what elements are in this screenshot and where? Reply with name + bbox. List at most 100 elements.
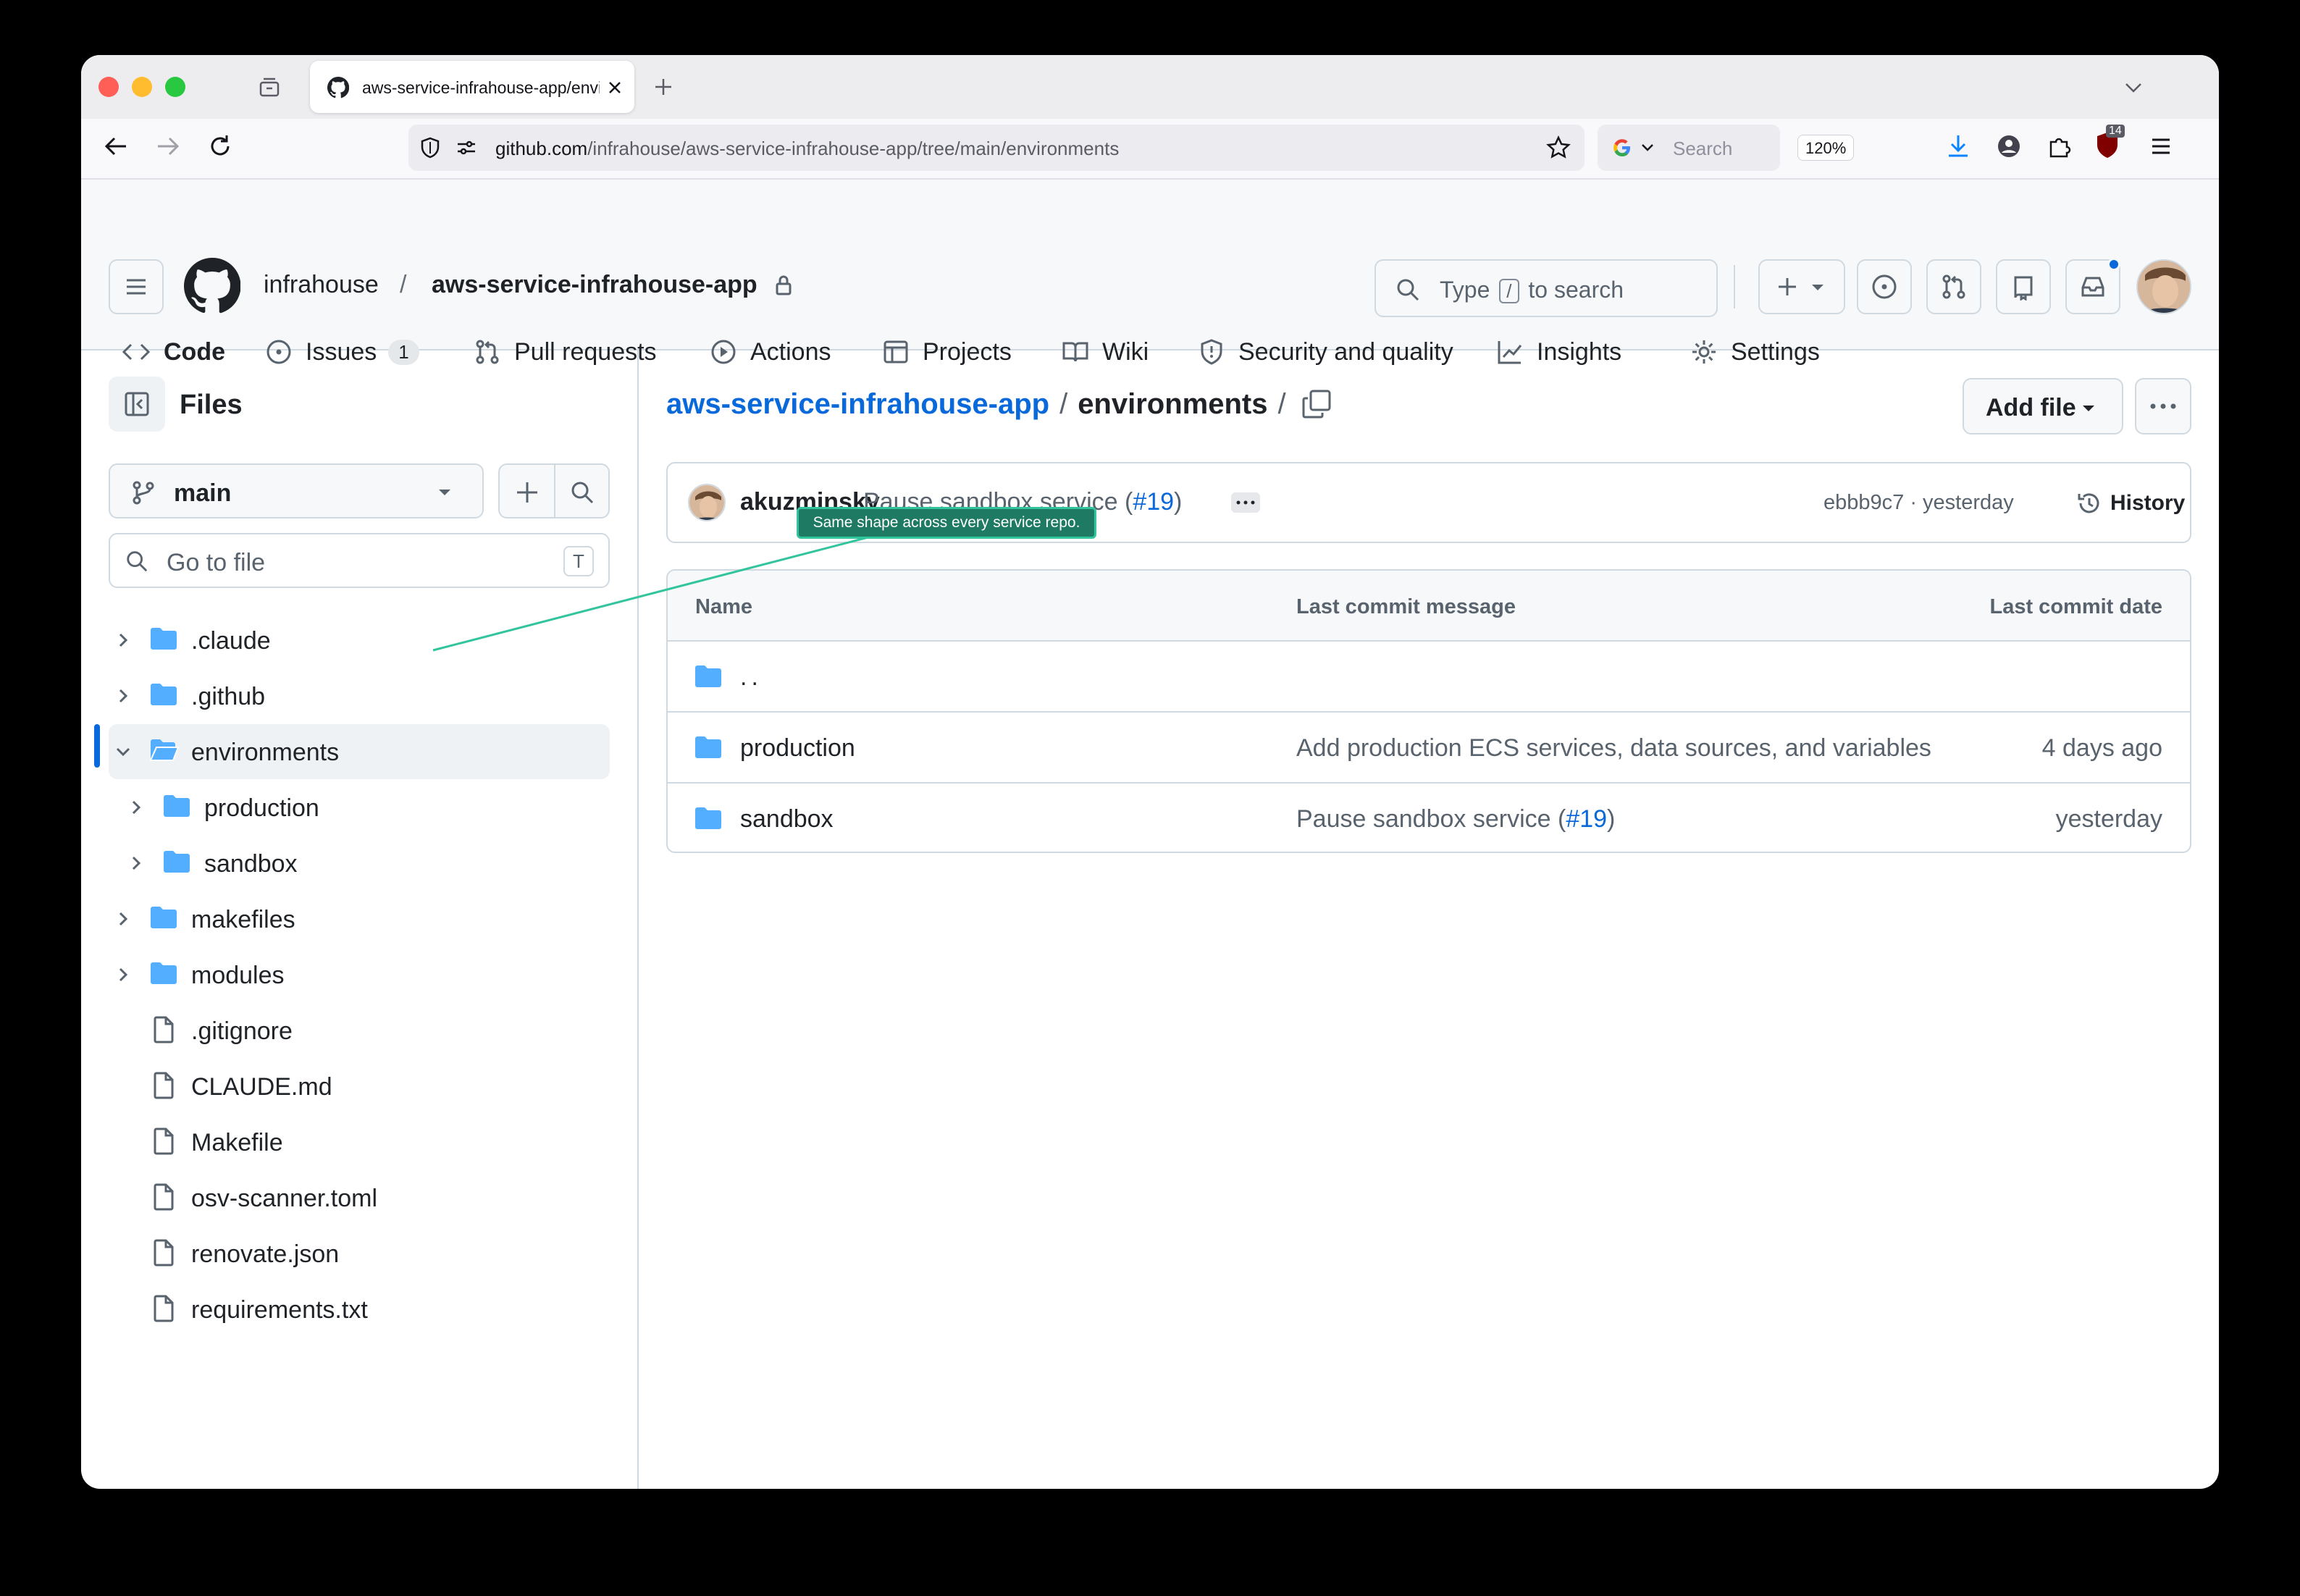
row-pr-link[interactable]: #19: [1566, 805, 1607, 833]
table-row[interactable]: sandbox Pause sandbox service (#19) yest…: [668, 784, 2190, 852]
url-bar[interactable]: github.com/infrahouse/aws-service-infrah…: [408, 125, 1855, 171]
chevron-right-icon[interactable]: [127, 799, 145, 816]
chevron-right-icon[interactable]: [114, 910, 132, 928]
forward-arrow-icon[interactable]: [154, 132, 182, 161]
tree-item-production[interactable]: production: [109, 780, 610, 835]
folder-icon: [151, 962, 177, 984]
inbox-icon: [2081, 277, 2104, 297]
search-engine-chevron-icon[interactable]: [1641, 143, 1654, 152]
minimize-window-button[interactable]: [132, 77, 152, 97]
go-to-file-input[interactable]: Go to file T: [109, 533, 610, 588]
chevron-right-icon[interactable]: [114, 631, 132, 649]
shield-tracking-icon[interactable]: [419, 136, 442, 159]
chevron-right-icon[interactable]: [114, 687, 132, 705]
url-host: github.com: [495, 138, 588, 159]
add-file-button[interactable]: Add file: [1963, 378, 2123, 434]
collapse-sidebar-button[interactable]: [109, 377, 165, 432]
tree-item-makefiles[interactable]: makefiles: [109, 891, 610, 946]
more-options-button[interactable]: [2135, 378, 2191, 434]
zoom-window-button[interactable]: [165, 77, 185, 97]
history-label: History: [2110, 491, 2186, 515]
file-icon: [154, 1239, 174, 1267]
chevron-right-icon[interactable]: [127, 854, 145, 872]
expand-commit-message-button[interactable]: [1231, 492, 1260, 513]
global-search-input[interactable]: Type / to search: [1374, 259, 1718, 317]
tree-item-label: modules: [191, 962, 285, 989]
row-commit-message-link[interactable]: Add production ECS services, data source…: [1296, 734, 1936, 763]
new-tab-icon[interactable]: [653, 77, 673, 97]
folder-open-icon: [149, 739, 180, 761]
add-file-plus-icon[interactable]: [514, 479, 540, 505]
tree-item-environments[interactable]: environments: [109, 724, 610, 779]
tree-item-claude-md[interactable]: CLAUDE.md: [109, 1059, 610, 1114]
sidebar-actions: [498, 463, 610, 518]
tree-item-modules[interactable]: modules: [109, 947, 610, 1002]
account-icon[interactable]: [1994, 132, 2023, 161]
commit-pr-link[interactable]: #19: [1133, 488, 1174, 516]
avatar-face-icon: [689, 485, 724, 520]
tree-item-makefile[interactable]: Makefile: [109, 1114, 610, 1169]
back-arrow-icon[interactable]: [101, 132, 130, 161]
repo-name-link[interactable]: aws-service-infrahouse-app: [432, 271, 757, 299]
repo-owner-link[interactable]: infrahouse: [264, 271, 379, 299]
table-row[interactable]: production Add production ECS services, …: [668, 713, 2190, 784]
folder-icon: [151, 907, 177, 928]
search-files-icon[interactable]: [569, 479, 595, 505]
tab-overview-icon[interactable]: [258, 75, 281, 98]
web-search-box[interactable]: Search: [1598, 125, 1780, 171]
zoom-level-badge[interactable]: 120%: [1797, 135, 1855, 161]
extensions-puzzle-icon[interactable]: [2045, 132, 2074, 161]
downloads-icon[interactable]: [1944, 132, 1973, 161]
bookmark-star-icon[interactable]: [1545, 135, 1571, 161]
folder-icon: [164, 851, 190, 873]
create-new-button[interactable]: [1758, 259, 1845, 314]
history-button[interactable]: History: [2076, 490, 2185, 517]
three-bars-icon: [127, 279, 146, 295]
go-to-file-shortcut: T: [563, 546, 594, 576]
breadcrumb-repo-link[interactable]: aws-service-infrahouse-app: [666, 388, 1049, 420]
parent-directory-link[interactable]: ..: [740, 663, 763, 692]
tree-item-osv-scanner[interactable]: osv-scanner.toml: [109, 1170, 610, 1225]
table-row-parent-directory[interactable]: ..: [668, 642, 2190, 713]
tree-item-github[interactable]: .github: [109, 668, 610, 723]
author-avatar[interactable]: [688, 484, 726, 521]
copy-path-icon[interactable]: [1301, 388, 1332, 420]
site-permissions-icon[interactable]: [455, 136, 478, 159]
tree-item-renovate[interactable]: renovate.json: [109, 1226, 610, 1281]
tree-item-sandbox[interactable]: sandbox: [109, 836, 610, 891]
branch-name: main: [174, 479, 232, 507]
tree-item-requirements[interactable]: requirements.txt: [109, 1282, 610, 1337]
row-name-link[interactable]: sandbox: [740, 805, 834, 833]
close-tab-icon[interactable]: [607, 80, 623, 96]
row-name-link[interactable]: production: [740, 734, 855, 763]
git-branch-icon: [133, 481, 154, 505]
close-window-button[interactable]: [98, 77, 119, 97]
folder-icon: [695, 665, 721, 687]
global-nav-button[interactable]: [109, 259, 164, 314]
github-logo-icon[interactable]: [184, 258, 240, 314]
reload-icon[interactable]: [206, 132, 235, 161]
list-tabs-chevron-icon[interactable]: [2123, 78, 2144, 96]
commit-sha-and-time[interactable]: ebbb9c7 · yesterday: [1823, 491, 2014, 515]
folder-icon: [695, 807, 721, 829]
sidebar-collapse-icon: [125, 392, 149, 416]
header-name: Name: [695, 595, 752, 618]
tree-item-gitignore[interactable]: .gitignore: [109, 1003, 610, 1058]
folder-icon: [164, 795, 190, 817]
chevron-right-icon[interactable]: [114, 966, 132, 983]
pull-requests-button[interactable]: [1926, 259, 1981, 314]
issues-button[interactable]: [1857, 259, 1912, 314]
chevron-down-icon[interactable]: [114, 743, 132, 760]
branch-selector[interactable]: main: [109, 463, 484, 518]
row-commit-message-link[interactable]: Pause sandbox service (#19): [1296, 805, 1936, 833]
ublock-extension-button[interactable]: 14: [2094, 125, 2126, 162]
tree-item-claude[interactable]: .claude: [109, 613, 610, 668]
hamburger-menu-icon[interactable]: [2146, 132, 2175, 161]
history-icon: [2078, 493, 2099, 513]
url-text[interactable]: github.com/infrahouse/aws-service-infrah…: [495, 138, 1119, 160]
user-avatar[interactable]: [2136, 259, 2191, 314]
active-tab[interactable]: aws-service-infrahouse-app/environments: [310, 61, 634, 113]
kebab-horizontal-icon: [2150, 403, 2176, 409]
repositories-button[interactable]: [1996, 259, 2051, 314]
lock-icon: [776, 275, 792, 295]
